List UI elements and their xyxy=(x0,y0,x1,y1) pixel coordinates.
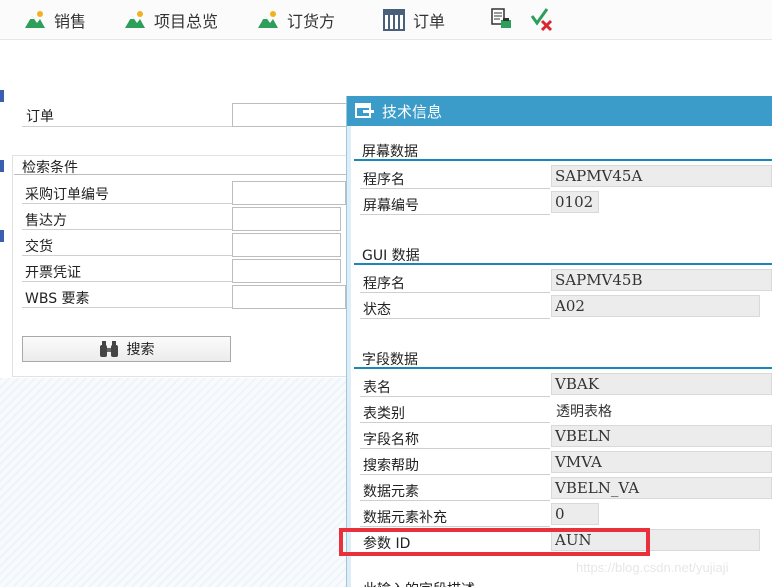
table-name-value: VBAK xyxy=(551,373,772,395)
sales-label: 销售 xyxy=(54,12,87,31)
data-element-label: 数据元素 xyxy=(363,484,419,500)
row-line xyxy=(360,422,550,423)
dialog-titlebar[interactable]: 技术信息 xyxy=(347,96,772,126)
field-data-section-title: 字段数据 xyxy=(362,352,418,368)
order-label: 订单 xyxy=(413,12,446,31)
billing-doc-input[interactable] xyxy=(232,259,341,283)
sold-to-label: 售达方 xyxy=(25,213,67,229)
delivery-input[interactable] xyxy=(232,233,341,257)
table-category-label: 表类别 xyxy=(363,406,405,422)
mountain-chart-icon xyxy=(125,11,145,28)
sold-to-input[interactable] xyxy=(232,207,341,231)
po-number-input[interactable] xyxy=(232,181,346,205)
field-underline xyxy=(22,281,232,282)
field-name-value: VBELN xyxy=(551,425,772,447)
check-cancel-button[interactable] xyxy=(529,6,555,36)
row-line xyxy=(360,500,550,501)
field-underline xyxy=(22,203,232,204)
row-line xyxy=(360,396,550,397)
data-element-value: VBELN_VA xyxy=(551,477,772,499)
section-line xyxy=(354,263,772,265)
sold-to-party-button[interactable]: 订货方 xyxy=(257,8,335,32)
criteria-title-line xyxy=(14,174,350,175)
row-line xyxy=(360,188,550,189)
wbs-element-label: WBS 要素 xyxy=(25,291,90,307)
row-line xyxy=(360,474,550,475)
table-category-value: 透明表格 xyxy=(556,403,612,419)
po-number-label: 采购订单编号 xyxy=(25,187,109,203)
project-overview-button[interactable]: 项目总览 xyxy=(124,8,218,32)
gui-data-section-title: GUI 数据 xyxy=(362,248,420,264)
table-name-label: 表名 xyxy=(363,380,391,396)
row-line xyxy=(360,318,550,319)
section-line xyxy=(354,367,772,369)
document-copy-icon xyxy=(491,8,511,28)
gui-program-label: 程序名 xyxy=(363,276,405,292)
sold-to-party-label: 订货方 xyxy=(287,12,336,31)
project-overview-label: 项目总览 xyxy=(154,12,219,31)
mountain-chart-icon xyxy=(258,11,278,28)
copy-document-button[interactable] xyxy=(489,6,515,36)
application-toolbar: 销售 项目总览 订货方 订单 xyxy=(0,0,772,40)
check-cancel-icon xyxy=(530,8,553,32)
search-help-value: VMVA xyxy=(551,451,772,473)
screen-number-label: 屏幕编号 xyxy=(363,198,419,214)
field-name-label: 字段名称 xyxy=(363,432,419,448)
wbs-element-input[interactable] xyxy=(232,285,346,309)
mountain-chart-icon xyxy=(25,11,45,28)
order-field-label: 订单 xyxy=(26,109,54,125)
search-button-label: 搜索 xyxy=(126,342,155,358)
left-edge-marks xyxy=(0,80,4,280)
field-underline xyxy=(22,229,232,230)
row-line xyxy=(360,526,550,527)
dialog-title: 技术信息 xyxy=(382,102,443,121)
row-line xyxy=(360,292,550,293)
gui-status-label: 状态 xyxy=(363,302,391,318)
gui-status-value: A02 xyxy=(551,295,760,317)
table-grid-icon xyxy=(383,9,405,31)
binoculars-icon xyxy=(99,341,118,357)
field-underline xyxy=(22,255,232,256)
delivery-label: 交货 xyxy=(25,239,53,255)
next-section-partial-title: 此输入的字段描述 xyxy=(363,579,475,587)
screen-number-value: 0102 xyxy=(551,191,599,213)
row-line xyxy=(360,448,550,449)
screen-data-section-title: 屏幕数据 xyxy=(362,144,418,160)
section-line xyxy=(354,159,772,161)
search-button[interactable]: 搜索 xyxy=(22,336,231,362)
search-help-label: 搜索帮助 xyxy=(363,458,419,474)
order-label-underline xyxy=(22,126,232,127)
watermark: https://blog.csdn.net/yujiaji xyxy=(576,560,729,575)
order-button[interactable]: 订单 xyxy=(383,8,445,32)
parameter-id-highlight-box xyxy=(339,528,650,556)
gui-program-value: SAPMV45B xyxy=(551,269,772,291)
data-element-addition-value: 0 xyxy=(551,503,599,525)
row-line xyxy=(360,214,550,215)
order-input[interactable] xyxy=(232,103,348,127)
background-pattern xyxy=(0,378,346,587)
window-icon xyxy=(355,103,374,118)
screen-program-value: SAPMV45A xyxy=(551,165,772,187)
field-underline xyxy=(22,307,232,308)
screen-program-label: 程序名 xyxy=(363,172,405,188)
sales-button[interactable]: 销售 xyxy=(24,8,86,32)
data-element-addition-label: 数据元素补充 xyxy=(363,510,447,526)
billing-doc-label: 开票凭证 xyxy=(25,265,81,281)
